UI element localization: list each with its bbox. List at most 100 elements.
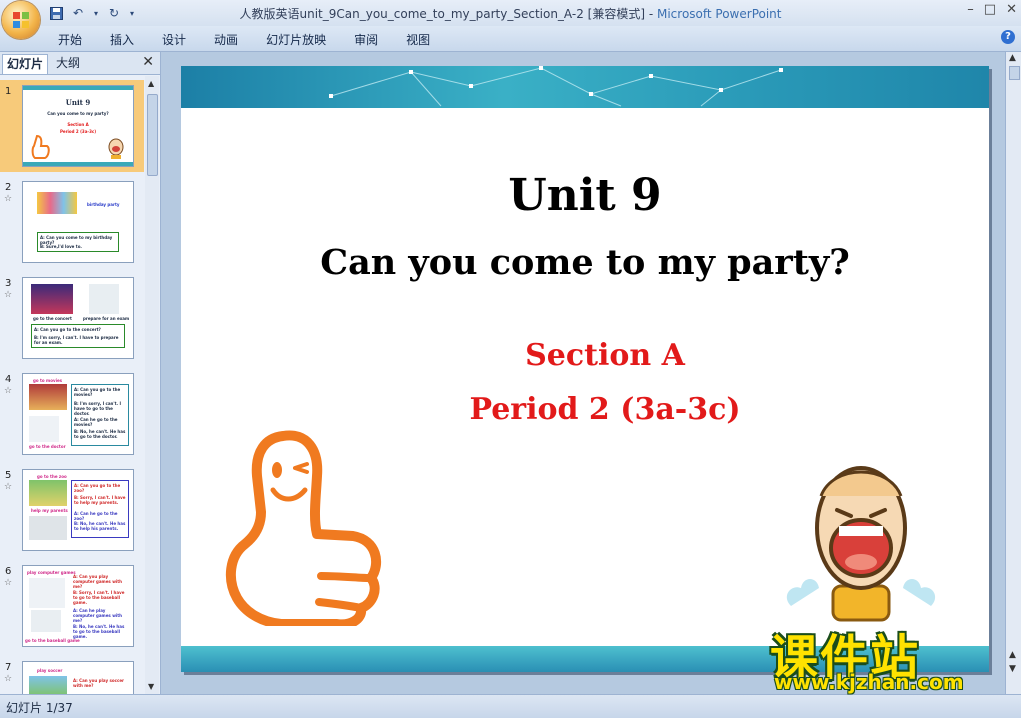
parents-image [29,516,67,540]
thumb-line: A: Can you play computer games with me? [73,574,123,589]
ribbon-tabs: 开始 插入 设计 动画 幻灯片放映 审阅 视图 [58,31,458,48]
thumbnail-band [23,162,133,166]
slide-thumbnail-3[interactable]: 3 ☆ go to the concert prepare for an exa… [0,272,144,364]
thumbnail-preview: play computer games go to the baseball g… [22,565,134,647]
tab-view[interactable]: 视图 [406,31,430,48]
thumb-line: A: Can he go to the zoo? [74,511,118,521]
status-bar: 幻灯片 1/37 [0,694,1021,718]
thumb-line: B: I'm sorry, I can't. I have to prepare… [34,335,119,345]
period-label[interactable]: Period 2 (3a-3c) [181,392,989,427]
thumb-line: birthday party [87,202,120,207]
thumb-line: play computer games [27,570,76,575]
thumb-line: B: No, he can't. He has to help his pare… [74,521,126,531]
thumbnail-preview: Unit 9 Can you come to my party? Section… [22,85,134,167]
previous-slide-icon[interactable]: ▲ [1009,650,1016,660]
thumb-line: B: No, he can't. He has to go to the bas… [73,624,125,639]
soccer-image [29,676,67,694]
current-slide[interactable]: Unit 9 Can you come to my party? Section… [181,66,989,672]
slide-thumbnail-6[interactable]: 6 ☆ play computer games go to the baseba… [0,560,144,652]
slide-number: 4 [5,374,12,385]
doctor-image [29,416,59,442]
tab-slideshow[interactable]: 幻灯片放映 [266,31,326,48]
slide-subtitle[interactable]: Can you come to my party? [181,242,989,283]
cartoon-kid-icon [108,138,124,159]
scroll-up-arrow-icon[interactable]: ▲ [1009,53,1016,63]
minimize-button[interactable]: – [967,2,974,17]
animation-star-icon: ☆ [4,386,13,396]
thumb-line: A: Can he go to the movies? [74,417,118,427]
slide-number: 5 [5,470,12,481]
app-name: Microsoft PowerPoint [656,7,782,21]
thumb-line: go to the zoo [37,474,67,479]
network-pattern [329,66,783,107]
animation-star-icon: ☆ [4,578,13,588]
slide-counter: 幻灯片 1/37 [6,701,73,715]
thumb-line: Can you come to my party? [47,111,109,116]
thumbnail-preview: go to the concert prepare for an exam A:… [22,277,134,359]
concert-image [31,284,73,314]
slide-thumbnail-5[interactable]: 5 ☆ go to the zoo help my parents A: Can… [0,464,144,556]
office-logo-icon [13,12,29,28]
ribbon: 开始 插入 设计 动画 幻灯片放映 审阅 视图 ? [0,26,1021,52]
tab-animations[interactable]: 动画 [214,31,238,48]
slide-number: 6 [5,566,12,577]
section-label[interactable]: Section A [181,338,989,373]
close-panel-icon[interactable]: ✕ [142,54,154,70]
thumb-line: help my parents [31,508,68,513]
title-bar: ↶ ▾ ↻ ▾ 人教版英语unit_9Can_you_come_to_my_pa… [0,0,1021,39]
party-image [37,192,77,214]
slide-scrollbar[interactable]: ▲ ▲ ▼ [1005,52,1021,694]
scrollbar-thumb[interactable] [147,94,158,176]
scroll-down-arrow-icon[interactable]: ▼ [148,682,154,691]
animation-star-icon: ☆ [4,482,13,492]
slide-header-band [181,66,989,108]
slide-number: 2 [5,182,12,193]
watermark-url: www.kjzhan.com [774,670,964,694]
dialog-box: A: Can you play computer games with me? … [71,572,129,639]
thumbnail-preview: play soccer A: Can you play soccer with … [22,661,134,694]
tab-home[interactable]: 开始 [58,31,82,48]
animation-star-icon: ☆ [4,194,13,204]
tab-slides[interactable]: 幻灯片 [2,54,49,74]
thumb-line: B: No, he can't. He has to go to the doc… [74,429,126,439]
thumbnail-scrollbar[interactable]: ▲ ▼ [145,76,159,694]
thumbnail-preview: birthday party A: Can you come to my bir… [22,181,134,263]
dialog-box: A: Can you go to the movies? B: I'm sorr… [71,384,129,446]
office-button[interactable] [2,1,40,39]
thumb-line: go to movies [33,378,63,383]
slide-title[interactable]: Unit 9 [181,170,989,221]
thumb-line: prepare for an exam [83,316,130,321]
thumb-line: go to the baseball game [25,638,80,643]
tab-design[interactable]: 设计 [162,31,186,48]
document-title: 人教版英语unit_9Can_you_come_to_my_party_Sect… [239,7,657,21]
dialog-box: A: Can you go to the concert? B: I'm sor… [31,324,125,348]
maximize-button[interactable]: □ [984,2,996,17]
slide-thumbnail-7[interactable]: 7 ☆ play soccer A: Can you play soccer w… [0,656,144,694]
baseball-image [31,610,61,632]
thumb-line: B: Sure,I'd love to. [40,244,82,249]
thumb-line: B: I'm sorry, I can't. I have to go to t… [74,401,121,416]
cartoon-kid-icon [786,466,936,622]
scrollbar-thumb[interactable] [1009,66,1020,80]
thumb-line: Section A [67,122,89,127]
help-icon[interactable]: ? [1001,30,1015,44]
thumb-line: A: Can you play soccer with me? [73,678,124,688]
slides-panel: 幻灯片 大纲 ✕ 1 Unit 9 Can you come to my par… [0,52,161,694]
tab-outline[interactable]: 大纲 [52,54,84,73]
thumbnail-preview: go to movies go to the doctor A: Can you… [22,373,134,455]
slide-thumbnail-4[interactable]: 4 ☆ go to movies go to the doctor A: Can… [0,368,144,460]
thumbnail-list: 1 Unit 9 Can you come to my party? Secti… [0,76,144,694]
next-slide-icon[interactable]: ▼ [1009,664,1016,674]
slide-editing-area: Unit 9 Can you come to my party? Section… [161,52,1005,694]
thumb-line: B: Sorry, I can't. I have to help my par… [74,495,126,505]
scroll-up-arrow-icon[interactable]: ▲ [148,79,154,88]
slide-number: 7 [5,662,12,673]
movie-image [29,384,67,410]
tab-review[interactable]: 审阅 [354,31,378,48]
slide-thumbnail-1[interactable]: 1 Unit 9 Can you come to my party? Secti… [0,80,144,172]
panel-tabs: 幻灯片 大纲 ✕ [0,52,160,75]
close-button[interactable]: ✕ [1006,2,1017,17]
tab-insert[interactable]: 插入 [110,31,134,48]
slide-thumbnail-2[interactable]: 2 ☆ birthday party A: Can you come to my… [0,176,144,268]
window-controls: – □ ✕ [967,2,1017,17]
